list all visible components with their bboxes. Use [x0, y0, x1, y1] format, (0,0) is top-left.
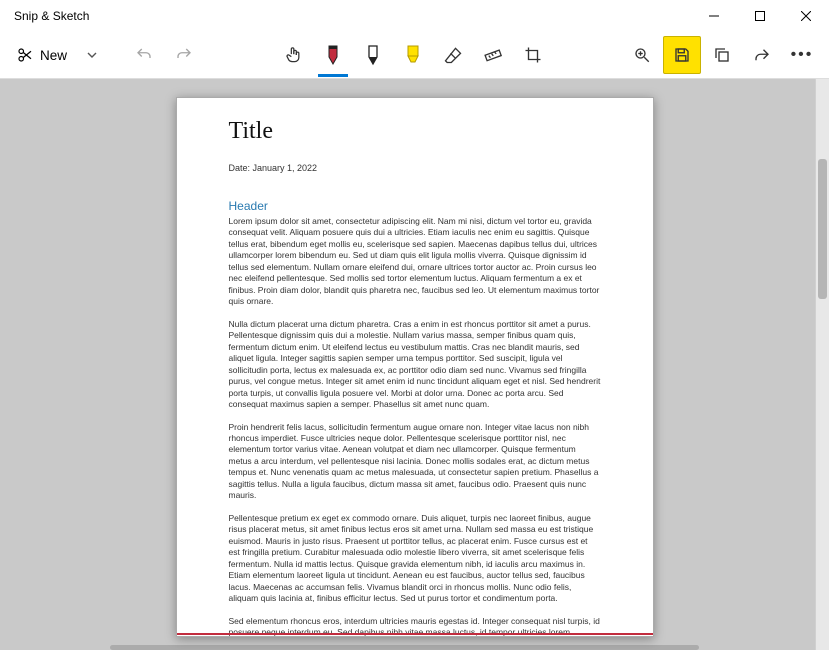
eraser-icon [443, 45, 463, 65]
undo-button[interactable] [125, 36, 163, 74]
ruler-button[interactable] [474, 36, 512, 74]
undo-icon [135, 46, 153, 64]
chevron-down-icon [86, 49, 98, 61]
captured-image[interactable]: Title Date: January 1, 2022 Header Lorem… [176, 97, 654, 637]
app-window: Snip & Sketch [0, 0, 829, 650]
horizontal-scrollbar[interactable] [110, 645, 699, 650]
save-button[interactable] [663, 36, 701, 74]
zoom-icon [633, 46, 651, 64]
close-button[interactable] [783, 0, 829, 32]
share-button[interactable] [743, 36, 781, 74]
crop-button[interactable] [514, 36, 552, 74]
annotation-stroke [177, 633, 653, 635]
share-icon [753, 46, 771, 64]
document-header: Header [229, 199, 601, 213]
ruler-icon [483, 45, 503, 65]
ballpoint-pen-button[interactable] [314, 36, 352, 74]
document-paragraph: Proin hendrerit felis lacus, sollicitudi… [229, 422, 601, 502]
save-icon [673, 46, 691, 64]
copy-button[interactable] [703, 36, 741, 74]
app-title: Snip & Sketch [14, 9, 89, 23]
document-title: Title [229, 118, 601, 145]
touch-writing-button[interactable] [274, 36, 312, 74]
document-paragraph: Nulla dictum placerat urna dictum pharet… [229, 319, 601, 411]
new-snip-button[interactable]: New [8, 36, 75, 74]
toolbar-right-group: ••• [623, 36, 821, 74]
canvas-area[interactable]: Title Date: January 1, 2022 Header Lorem… [0, 78, 829, 650]
highlighter-button[interactable] [394, 36, 432, 74]
titlebar: Snip & Sketch [0, 0, 829, 32]
toolbar-left-group: New [8, 36, 203, 74]
new-label: New [40, 48, 67, 63]
zoom-button[interactable] [623, 36, 661, 74]
toolbar-center-group [274, 36, 552, 74]
new-snip-dropdown[interactable] [77, 36, 107, 74]
pen-black-icon [364, 44, 382, 66]
highlighter-icon [403, 44, 423, 66]
maximize-button[interactable] [737, 0, 783, 32]
pen-red-icon [324, 44, 342, 66]
copy-icon [713, 46, 731, 64]
pencil-button[interactable] [354, 36, 392, 74]
scrollbar-thumb[interactable] [818, 159, 827, 299]
redo-button[interactable] [165, 36, 203, 74]
scissors-icon [16, 46, 34, 64]
crop-icon [524, 46, 542, 64]
document-date: Date: January 1, 2022 [229, 163, 601, 173]
minimize-button[interactable] [691, 0, 737, 32]
more-icon: ••• [791, 46, 814, 64]
active-tool-indicator [318, 74, 348, 77]
vertical-scrollbar[interactable] [815, 79, 829, 650]
touch-icon [283, 45, 303, 65]
more-button[interactable]: ••• [783, 36, 821, 74]
document-paragraph: Pellentesque pretium ex eget ex commodo … [229, 513, 601, 605]
toolbar: New [0, 32, 829, 78]
eraser-button[interactable] [434, 36, 472, 74]
window-controls [691, 0, 829, 32]
redo-icon [175, 46, 193, 64]
document-paragraph: Lorem ipsum dolor sit amet, consectetur … [229, 216, 601, 308]
